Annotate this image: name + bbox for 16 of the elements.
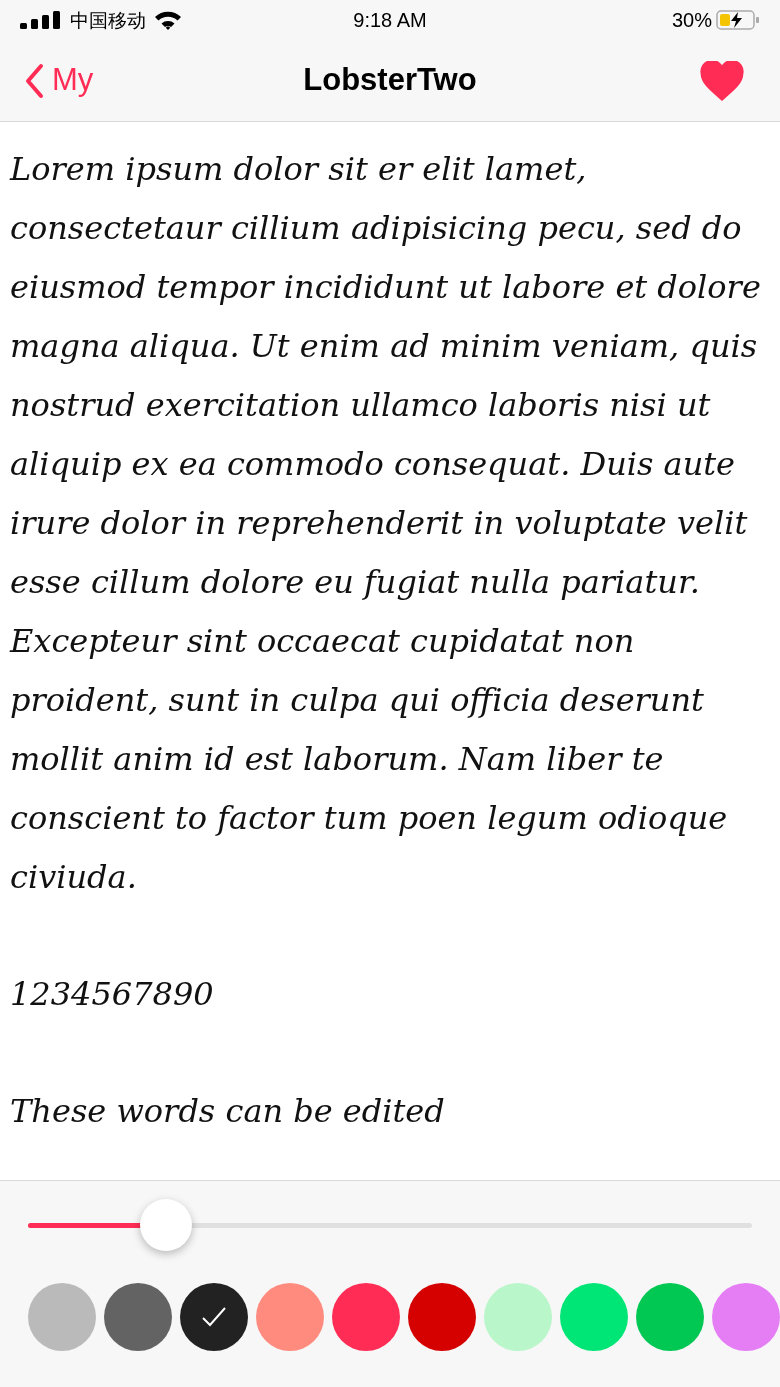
nav-title: LobsterTwo	[303, 61, 477, 100]
battery-percent: 30%	[671, 8, 712, 33]
slider-thumb[interactable]	[139, 1199, 192, 1251]
text-paragraph: These words can be edited	[10, 1091, 446, 1132]
favorite-button[interactable]	[700, 60, 744, 101]
checkmark-icon	[201, 1306, 227, 1328]
text-paragraph: 1234567890	[10, 974, 215, 1015]
status-time: 9:18 AM	[353, 8, 427, 33]
text-paragraph: Lorem ipsum dolor sit er elit lamet, consectetaur cillium adipisicing pecu, sed do eiusmod tempor incididunt ut labore et dolore magna aliqua. Ut enim ad minim veniam, quis nostrud exercitation ullamco laboris nisi ut aliquip ex ea commodo consequat. Duis aute irure dolor in reprehenderit in voluptate velit esse cillum dolore eu fugiat nulla pariatur. Excepteur sint occaecat cupidatat non proident, sunt in culpa qui officia deserunt mollit anim id est laborum. Nam liber te conscient to factor tum poen legum odioque civiuda.	[10, 149, 762, 898]
back-button[interactable]: My	[24, 57, 94, 104]
signal-icon	[20, 11, 62, 29]
size-slider[interactable]	[28, 1197, 752, 1253]
wifi-icon	[154, 10, 182, 30]
chevron-left-icon	[24, 62, 44, 99]
carrier-name: 中国移动	[70, 7, 146, 33]
battery-charging-icon	[716, 10, 760, 30]
